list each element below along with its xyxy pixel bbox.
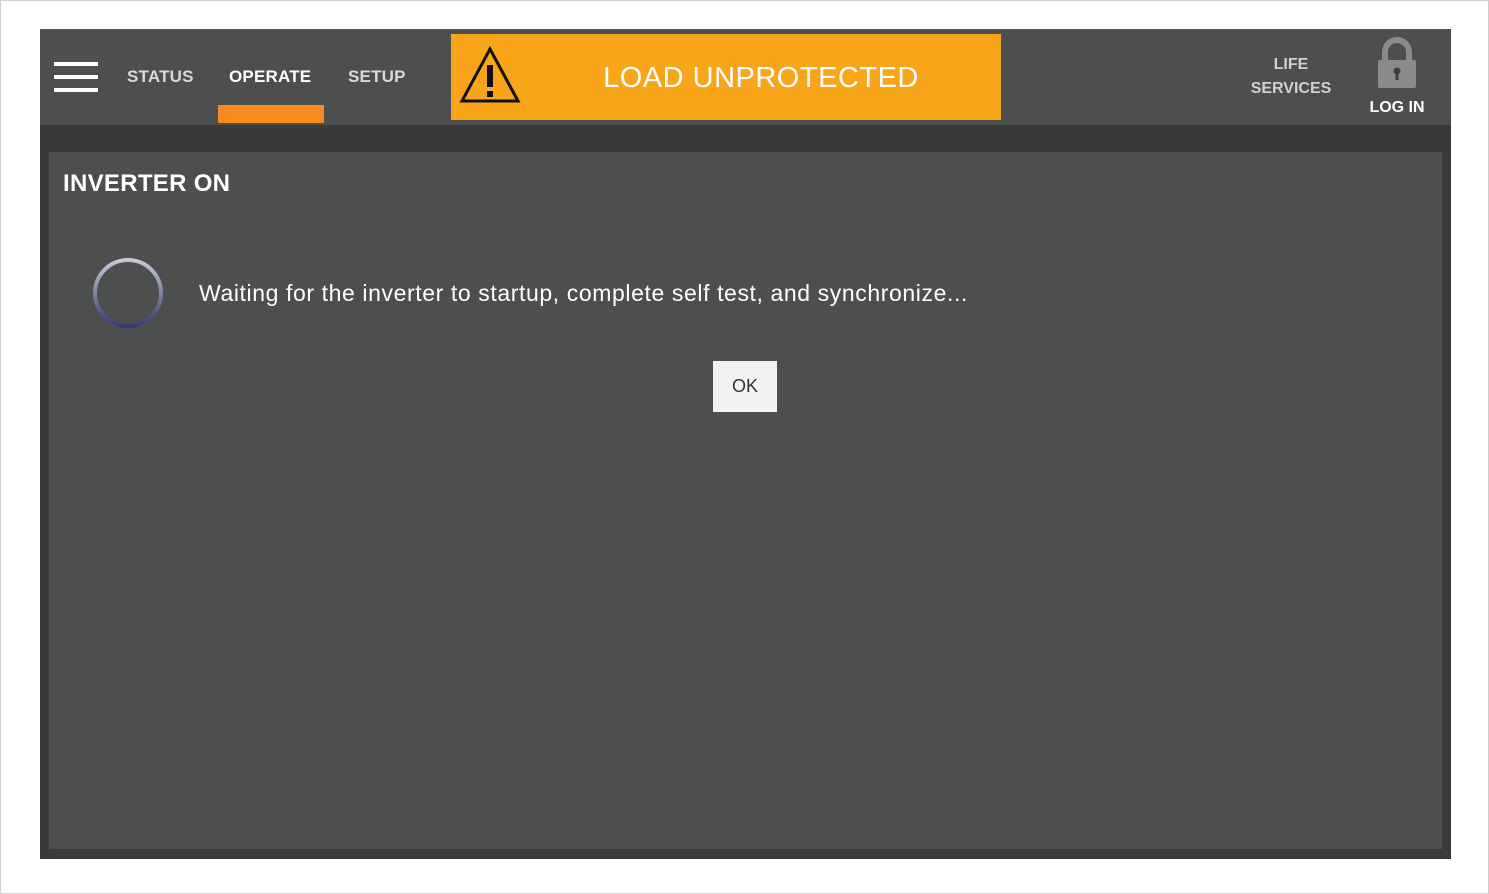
top-bar: STATUS OPERATE SETUP LOAD UNPROTECTED LI…: [40, 29, 1451, 125]
life-services-line2: SERVICES: [1250, 80, 1332, 97]
tab-setup[interactable]: SETUP: [348, 67, 406, 87]
lock-icon: [1378, 37, 1416, 88]
loading-spinner-icon: [93, 258, 163, 328]
page-frame: STATUS OPERATE SETUP LOAD UNPROTECTED LI…: [0, 0, 1489, 894]
device-screen: STATUS OPERATE SETUP LOAD UNPROTECTED LI…: [40, 29, 1451, 859]
warning-triangle-icon: [459, 46, 521, 103]
tab-operate[interactable]: OPERATE: [229, 67, 311, 87]
life-services-line1: LIFE: [1273, 56, 1309, 73]
login-label: LOG IN: [1369, 99, 1425, 116]
hamburger-menu-icon[interactable]: [54, 62, 98, 94]
ok-button[interactable]: OK: [713, 361, 777, 412]
inverter-on-panel: INVERTER ON Waiting for the inverter to …: [49, 152, 1442, 849]
alarm-banner[interactable]: LOAD UNPROTECTED: [451, 34, 1001, 120]
life-services-link[interactable]: LIFE SERVICES: [1236, 53, 1346, 101]
tab-status[interactable]: STATUS: [127, 67, 194, 87]
active-tab-indicator: [218, 105, 324, 123]
panel-title: INVERTER ON: [63, 170, 231, 197]
status-message: Waiting for the inverter to startup, com…: [199, 280, 968, 306]
login-button[interactable]: LOG IN: [1360, 37, 1434, 121]
alarm-text: LOAD UNPROTECTED: [603, 62, 919, 94]
